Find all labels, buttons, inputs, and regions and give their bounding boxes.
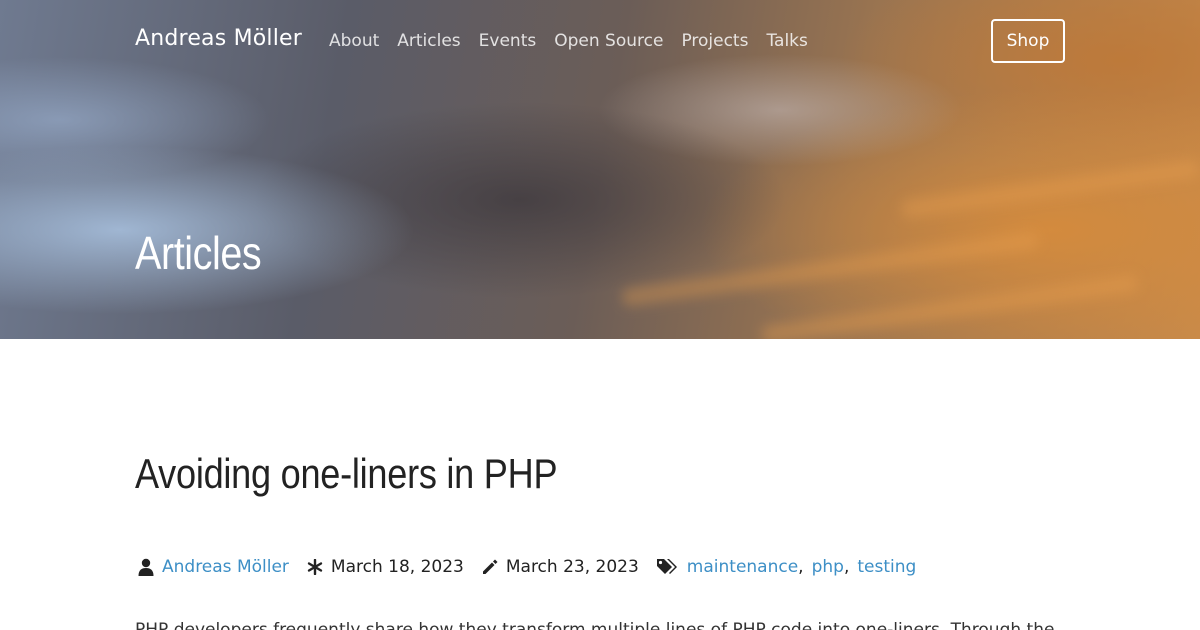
updated-date: March 23, 2023 (505, 557, 639, 577)
nav-item-open-source[interactable]: Open Source (554, 31, 663, 51)
page-title: Articles (135, 227, 262, 279)
cloud-streak (900, 159, 1200, 219)
meta-author: Andreas Möller (136, 556, 289, 578)
site-brand-link[interactable]: Andreas Möller (135, 26, 302, 51)
nav-item-events[interactable]: Events (479, 31, 537, 51)
tag-link-testing[interactable]: testing (857, 557, 916, 577)
tag-link-php[interactable]: php (812, 557, 844, 577)
author-link[interactable]: Andreas Möller (162, 557, 289, 577)
pencil-icon (480, 556, 500, 578)
main-nav: About Articles Events Open Source Projec… (329, 31, 808, 51)
meta-tags: maintenance, php, testing (655, 556, 916, 578)
user-icon (136, 556, 156, 578)
article-excerpt: PHP developers frequently share how they… (135, 620, 1055, 630)
shop-button[interactable]: Shop (991, 19, 1065, 63)
asterisk-icon (305, 556, 325, 578)
meta-published: March 18, 2023 (305, 556, 464, 578)
cloud-streak (760, 273, 1140, 339)
tag-link-maintenance[interactable]: maintenance (687, 557, 798, 577)
tag-separator: , (843, 557, 850, 577)
article-title-link[interactable]: Avoiding one-liners in PHP (135, 450, 558, 498)
nav-item-about[interactable]: About (329, 31, 379, 51)
meta-updated: March 23, 2023 (480, 556, 639, 578)
nav-item-projects[interactable]: Projects (681, 31, 748, 51)
article-meta: Andreas Möller March 18, 2023 March 23, … (136, 556, 916, 578)
hero-banner: Andreas Möller About Articles Events Ope… (0, 0, 1200, 339)
tag-separator: , (798, 557, 804, 577)
nav-item-talks[interactable]: Talks (766, 31, 807, 51)
nav-item-articles[interactable]: Articles (397, 31, 460, 51)
tags-icon (655, 556, 679, 578)
published-date: March 18, 2023 (330, 557, 464, 577)
